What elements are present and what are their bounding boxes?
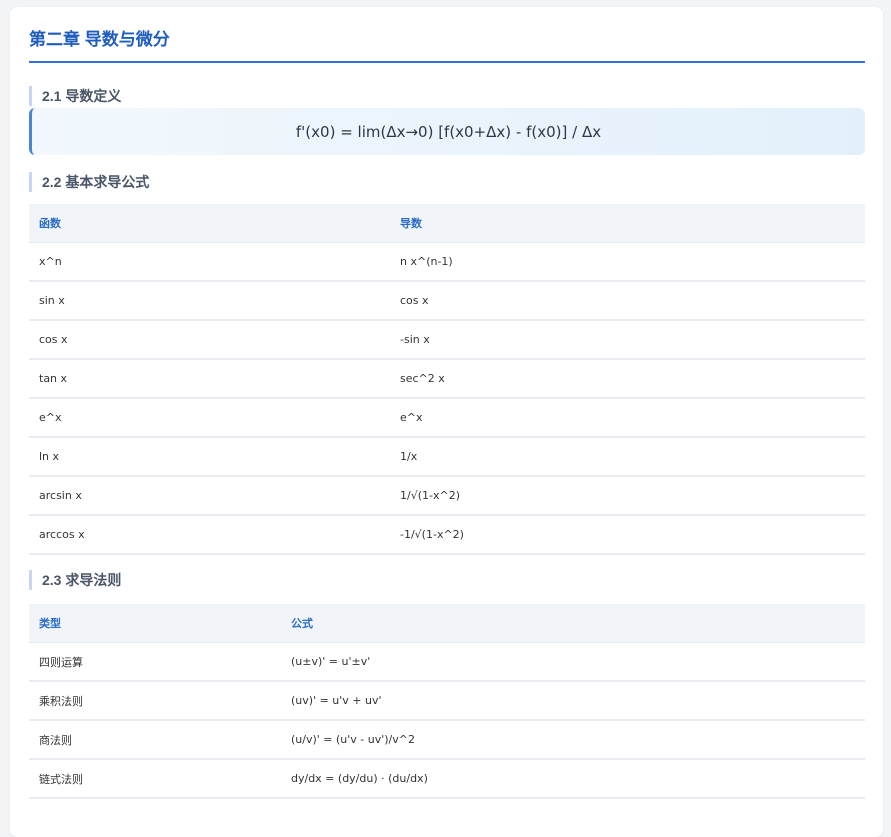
table-row: 链式法则 dy/dx = (dy/du) · (du/dx) <box>29 759 865 799</box>
table-row: cos x -sin x <box>29 320 865 360</box>
column-header-formula: 公式 <box>281 604 865 643</box>
rule-formula-cell: (u/v)' = (u'v - uv')/v^2 <box>281 720 865 760</box>
derivative-cell: e^x <box>390 398 865 438</box>
column-header-type: 类型 <box>29 604 281 643</box>
derivative-cell: n x^(n-1) <box>390 242 865 282</box>
document-card: 第二章 导数与微分 2.1 导数定义 f'(x0) = lim(Δx→0) [f… <box>10 7 883 837</box>
derivative-definition-formula: f'(x0) = lim(Δx→0) [f(x0+Δx) - f(x0)] / … <box>29 108 865 155</box>
function-cell: x^n <box>29 242 390 282</box>
function-cell: ln x <box>29 437 390 477</box>
table-row: 乘积法则 (uv)' = u'v + uv' <box>29 681 865 721</box>
table-row: sin x cos x <box>29 281 865 321</box>
table-row: 商法则 (u/v)' = (u'v - uv')/v^2 <box>29 720 865 760</box>
basic-formulas-table: 函数 导数 x^n n x^(n-1) sin x cos x cos x -s… <box>29 204 865 555</box>
column-header-derivative: 导数 <box>390 204 865 243</box>
function-cell: arccos x <box>29 515 390 555</box>
derivative-cell: -1/√(1-x^2) <box>390 515 865 555</box>
chapter-title: 第二章 导数与微分 <box>29 29 865 63</box>
derivative-rules-table: 类型 公式 四则运算 (u±v)' = u'±v' 乘积法则 (uv)' = u… <box>29 604 865 799</box>
function-cell: sin x <box>29 281 390 321</box>
table-row: arcsin x 1/√(1-x^2) <box>29 476 865 516</box>
derivative-cell: sec^2 x <box>390 359 865 399</box>
section-title-rules: 2.3 求导法则 <box>29 570 121 590</box>
formula-text: f'(x0) = lim(Δx→0) [f(x0+Δx) - f(x0)] / … <box>295 122 602 141</box>
function-cell: cos x <box>29 320 390 360</box>
function-cell: e^x <box>29 398 390 438</box>
table-row: arccos x -1/√(1-x^2) <box>29 515 865 555</box>
table-row: e^x e^x <box>29 398 865 438</box>
table-row: ln x 1/x <box>29 437 865 477</box>
derivative-cell: 1/x <box>390 437 865 477</box>
rule-formula-cell: dy/dx = (dy/du) · (du/dx) <box>281 759 865 799</box>
rule-type-cell: 链式法则 <box>29 759 281 799</box>
rule-type-cell: 乘积法则 <box>29 681 281 721</box>
table-row: tan x sec^2 x <box>29 359 865 399</box>
section-title-definition: 2.1 导数定义 <box>29 86 121 106</box>
function-cell: arcsin x <box>29 476 390 516</box>
table-row: x^n n x^(n-1) <box>29 242 865 282</box>
function-cell: tan x <box>29 359 390 399</box>
rule-type-cell: 商法则 <box>29 720 281 760</box>
table-header-row: 函数 导数 <box>29 204 865 243</box>
derivative-cell: cos x <box>390 281 865 321</box>
rule-type-cell: 四则运算 <box>29 642 281 682</box>
section-title-basic-formulas: 2.2 基本求导公式 <box>29 172 149 192</box>
column-header-function: 函数 <box>29 204 390 243</box>
derivative-cell: -sin x <box>390 320 865 360</box>
rule-formula-cell: (u±v)' = u'±v' <box>281 642 865 682</box>
rule-formula-cell: (uv)' = u'v + uv' <box>281 681 865 721</box>
table-header-row: 类型 公式 <box>29 604 865 643</box>
table-row: 四则运算 (u±v)' = u'±v' <box>29 642 865 682</box>
derivative-cell: 1/√(1-x^2) <box>390 476 865 516</box>
